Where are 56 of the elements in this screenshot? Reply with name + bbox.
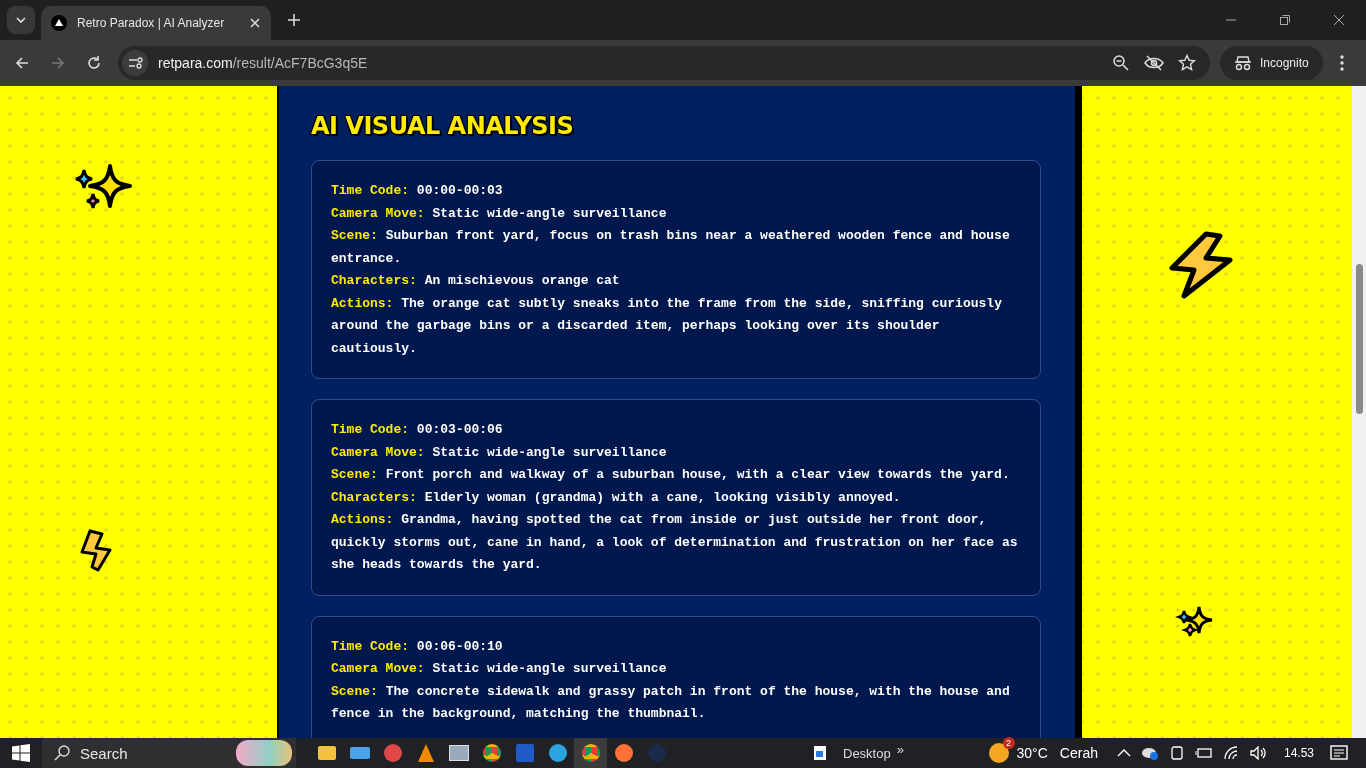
browser-icon[interactable] <box>574 738 607 768</box>
chevron-up-icon[interactable] <box>1116 748 1131 758</box>
incognito-icon <box>1234 55 1252 71</box>
triangle-logo-icon <box>51 15 67 31</box>
search-input[interactable]: Search <box>78 743 228 763</box>
zoom-out-icon[interactable] <box>1112 54 1130 72</box>
segment-detail: Camera Move: Static wide-angle surveillance <box>331 660 668 678</box>
address-bar[interactable]: retpara.com/result/AcF7BcG3q5E <box>118 46 1210 80</box>
incognito-button[interactable]: Incognito <box>1220 46 1323 80</box>
close-icon[interactable] <box>1333 14 1345 26</box>
segment-detail: Scene: Suburban front yard, focus on trash bins near a weathered wooden fence and house entrance. <box>331 227 1011 268</box>
section-heading: AI VISUAL ANALYSIS <box>311 112 575 140</box>
beach-illustration <box>236 740 292 766</box>
menu-icon[interactable] <box>1338 54 1345 72</box>
notifications-icon[interactable] <box>1330 744 1348 762</box>
temperature-text: 30°C <box>1016 745 1048 761</box>
desktop-toolbar[interactable]: Desktop <box>813 745 891 761</box>
segment-detail: Time Code: 00:00-00:03 <box>331 182 504 200</box>
new-tab-icon[interactable] <box>287 13 301 27</box>
wifi-icon[interactable] <box>1222 745 1239 761</box>
segment-detail: Characters: An mischievous orange cat <box>331 272 621 290</box>
cloud-icon[interactable] <box>1140 745 1159 761</box>
star-icon[interactable] <box>1178 54 1196 72</box>
site-settings-icon[interactable] <box>122 50 148 76</box>
tab-title: Retro Paradox | AI Analyzer <box>77 16 226 30</box>
document-icon <box>813 745 827 761</box>
search-icon <box>54 745 70 761</box>
search-box[interactable]: Search <box>42 738 296 768</box>
windows-logo-icon[interactable] <box>12 744 30 762</box>
browser-tab[interactable]: Retro Paradox | AI Analyzer <box>41 6 271 40</box>
segment-detail: Actions: The orange cat subtly sneaks into the frame from the side, sniffing curiously around the garbage bins or a discarded item, perhaps looking over its shoulder cautiously. <box>331 294 1003 358</box>
segment-detail: Camera Move: Static wide-angle surveillance <box>331 204 668 223</box>
notification-badge: 2 <box>1002 737 1015 749</box>
segment-detail: Camera Move: Static wide-angle surveillance <box>331 443 668 462</box>
scrollbar-thumb[interactable] <box>1356 264 1363 414</box>
overflow-chevron[interactable]: » <box>896 741 904 757</box>
segment-detail: Scene: The concrete sidewalk and grassy patch in front of the house, with the house and fence in the background, matching the thumbnail. <box>331 682 1011 723</box>
scrollbar[interactable] <box>1352 86 1366 738</box>
weather-condition: Cerah <box>1059 745 1098 761</box>
reload-icon[interactable] <box>86 55 102 71</box>
restore-icon[interactable] <box>1279 14 1291 26</box>
segment-detail: Actions: Grandma, having spotted the cat from inside or just outside her front door, quickly storms out, cane in hand, a look of determination and frustration on her face as she heads towards the yard. <box>331 511 1019 574</box>
url-text: retpara.com/result/AcF7BcG3q5E <box>158 55 368 71</box>
tab-list-button[interactable] <box>7 6 35 34</box>
segment-detail: Characters: Elderly woman (grandma) with a cane, looking visibly annoyed. <box>331 488 902 507</box>
speaker-icon[interactable] <box>1248 745 1267 761</box>
segment-detail: Time Code: 00:03-00:06 <box>331 421 504 439</box>
back-arrow-icon[interactable] <box>14 55 30 71</box>
clock-text[interactable]: 14.53 <box>1283 746 1314 760</box>
segment-detail: Time Code: 00:06-00:10 <box>331 637 504 656</box>
chevron-down-icon <box>15 14 27 26</box>
forward-arrow-icon[interactable] <box>50 55 66 71</box>
battery-icon[interactable] <box>1194 745 1213 761</box>
segment-detail: Scene: Front porch and walkway of a suburban house, with a clear view towards the yard. <box>331 466 1011 484</box>
eye-slash-icon[interactable] <box>1144 54 1164 72</box>
camera-icon[interactable] <box>1168 745 1185 761</box>
